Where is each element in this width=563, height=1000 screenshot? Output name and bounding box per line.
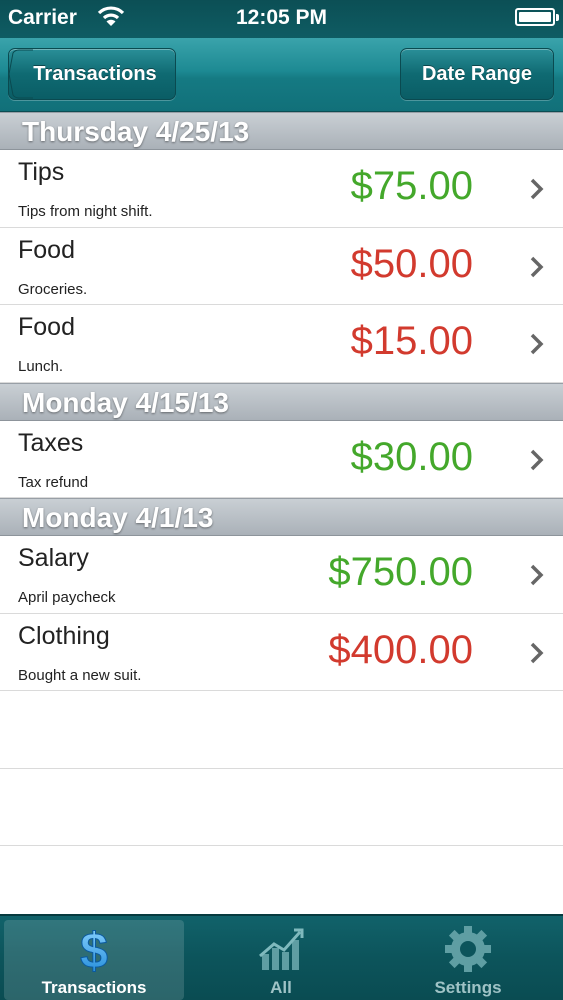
section-header: Monday 4/15/13 (0, 382, 563, 421)
tab-all[interactable]: All (191, 920, 371, 1000)
transaction-note: Lunch. (18, 358, 64, 375)
transaction-note: Tax refund (18, 473, 89, 491)
gear-icon (445, 926, 491, 972)
chevron-right-icon (530, 642, 544, 663)
nav-bar: Transactions Date Range (0, 38, 563, 112)
tab-settings[interactable]: Settings (378, 920, 558, 1000)
svg-text:$: $ (80, 924, 108, 974)
tab-label: Transactions (41, 978, 147, 997)
transaction-amount: $50.00 (350, 241, 473, 286)
transaction-note: Groceries. (18, 280, 88, 298)
transaction-note: Bought a new suit. (18, 666, 142, 684)
chart-icon (259, 928, 304, 970)
transaction-amount: $750.00 (328, 550, 473, 594)
transaction-category: Salary (18, 544, 89, 572)
tab-label: Settings (434, 978, 502, 997)
transaction-row[interactable]: Food Groceries. $50.00 (0, 227, 563, 305)
empty-row (0, 846, 563, 924)
tab-transactions[interactable]: $ Transactions (4, 920, 184, 1000)
transaction-category: Clothing (18, 621, 110, 650)
tab-label: All (270, 978, 292, 997)
back-arrow-icon (8, 49, 33, 99)
transaction-row[interactable]: Tips Tips from night shift. $75.00 (0, 150, 563, 228)
status-bar: Carrier 12:05 PM (0, 0, 563, 38)
transaction-row[interactable]: Salary April paycheck $750.00 (0, 536, 563, 614)
transaction-amount: $30.00 (350, 434, 473, 479)
transaction-amount: $75.00 (350, 164, 473, 208)
date-range-label: Date Range (421, 62, 533, 85)
transaction-category: Food (18, 235, 75, 264)
chevron-right-icon (530, 256, 544, 277)
transaction-row[interactable]: Food Lunch. $15.00 (0, 305, 563, 383)
transaction-category: Taxes (18, 428, 84, 457)
transaction-category: Food (18, 313, 75, 341)
chevron-right-icon (530, 178, 544, 200)
battery-icon (515, 8, 559, 26)
back-button[interactable]: Transactions (8, 48, 176, 100)
dollar-icon: $ (80, 924, 109, 974)
section-header: Thursday 4/25/13 (0, 112, 563, 150)
date-range-button[interactable]: Date Range (400, 48, 554, 100)
transaction-note: Tips from night shift. (18, 203, 153, 220)
transaction-row[interactable]: Taxes Tax refund $30.00 (0, 420, 563, 498)
back-button-label: Transactions (33, 62, 157, 85)
section-header: Monday 4/1/13 (0, 498, 563, 536)
transaction-list: Thursday 4/25/13 Tips Tips from night sh… (0, 112, 563, 924)
transaction-row[interactable]: Clothing Bought a new suit. $400.00 (0, 613, 563, 691)
transaction-note: April paycheck (18, 589, 116, 606)
transaction-category: Tips (18, 158, 65, 186)
clock: 12:05 PM (235, 6, 328, 29)
chevron-right-icon (530, 333, 544, 355)
empty-row (0, 691, 563, 769)
chevron-right-icon (530, 564, 544, 586)
chevron-right-icon (530, 449, 544, 470)
empty-row (0, 769, 563, 846)
transaction-amount: $15.00 (350, 319, 473, 363)
tab-bar: $ Transactions All Settings (0, 914, 563, 1000)
transaction-amount: $400.00 (328, 627, 473, 672)
